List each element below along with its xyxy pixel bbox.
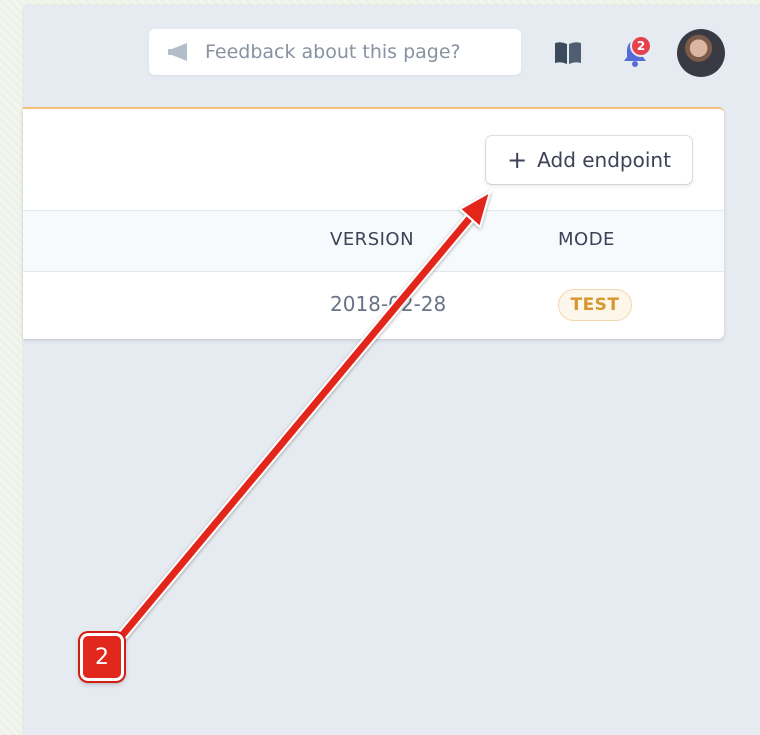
add-endpoint-label: Add endpoint	[537, 148, 671, 172]
mode-badge: TEST	[558, 289, 632, 321]
add-endpoint-button[interactable]: + Add endpoint	[486, 136, 692, 184]
step-number-badge: 2	[80, 633, 124, 681]
feedback-text: Feedback about this page?	[205, 41, 461, 63]
notifications-button[interactable]: 2	[618, 35, 652, 71]
plus-icon: +	[507, 146, 528, 174]
app-window: Feedback about this page? 2 + Add endpoi…	[23, 5, 760, 735]
notification-badge: 2	[630, 35, 652, 57]
feedback-input[interactable]: Feedback about this page?	[149, 29, 521, 75]
book-icon	[555, 42, 581, 64]
avatar[interactable]	[677, 29, 725, 77]
column-version: VERSION	[330, 229, 415, 250]
column-mode: MODE	[558, 229, 615, 250]
megaphone-icon	[168, 43, 187, 61]
webhooks-card: + Add endpoint VERSION MODE 2018-02-28 T…	[23, 107, 724, 339]
row-version: 2018-02-28	[330, 292, 447, 316]
docs-button[interactable]	[553, 39, 583, 67]
table-header: VERSION MODE	[23, 210, 724, 272]
